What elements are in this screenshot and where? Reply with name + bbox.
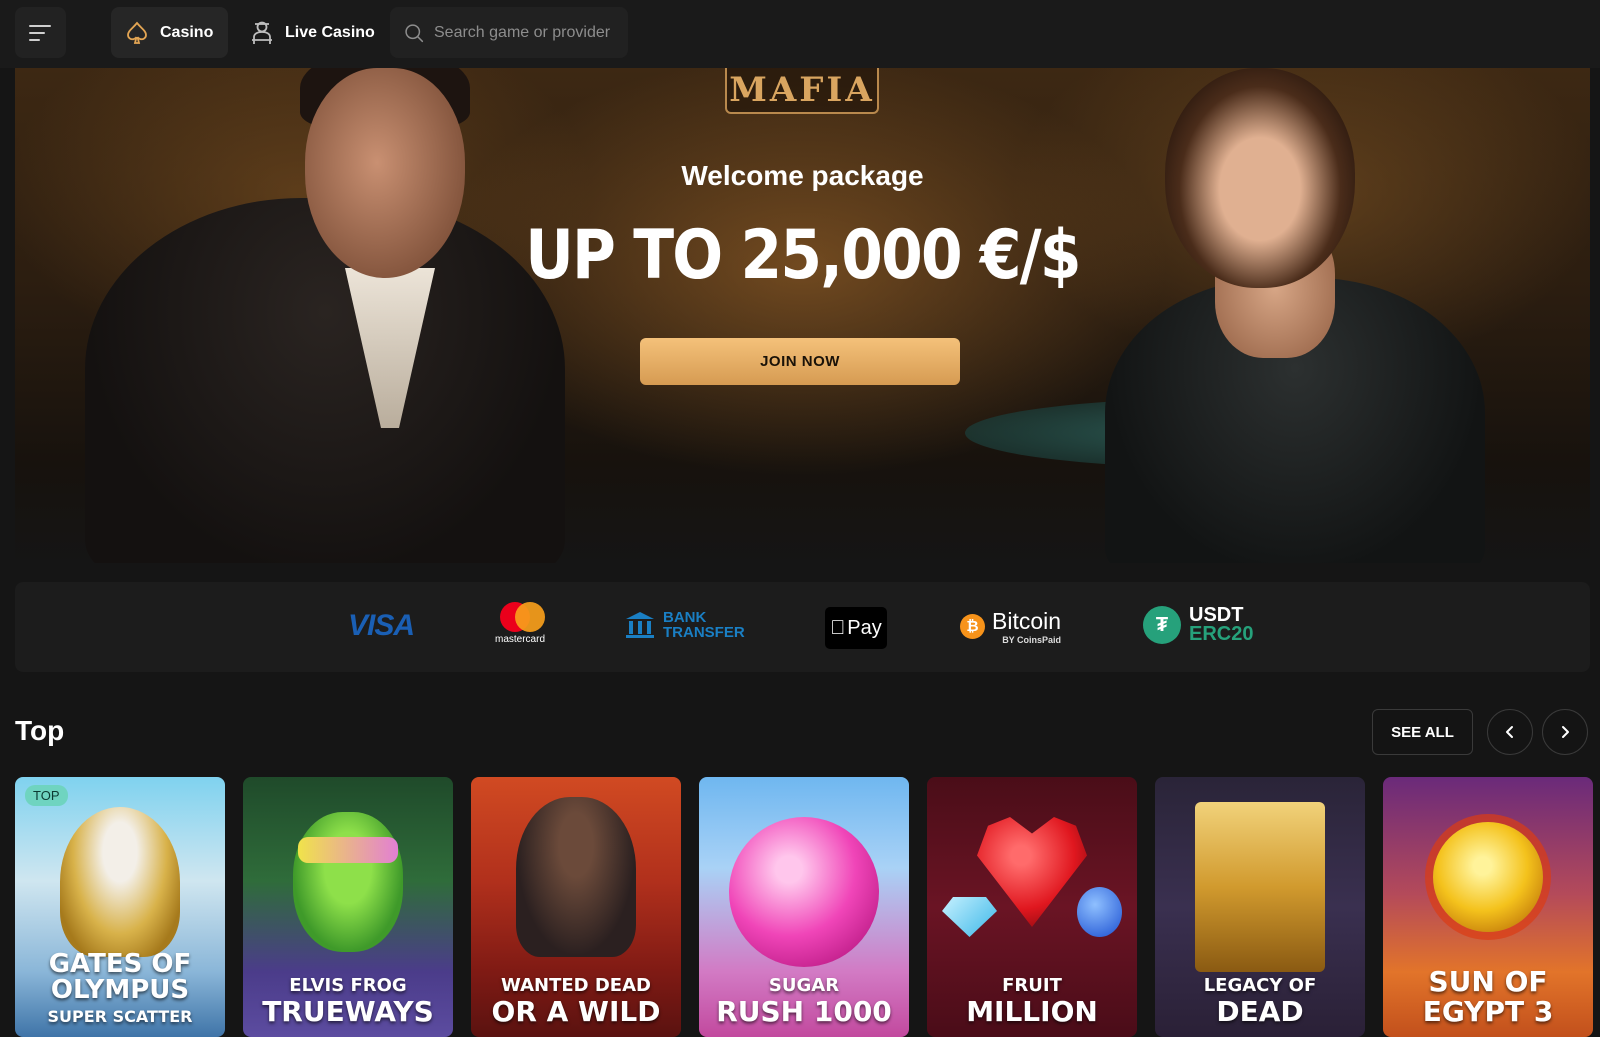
hero-welcome-text: Welcome package [681,160,924,191]
tab-live-casino[interactable]: Live Casino [236,7,390,58]
game-card-sugar-rush-1000[interactable]: SUGAR RUSH 1000 [699,777,909,1037]
game-title-line1: FRUIT [1002,975,1062,996]
frog-art [293,812,403,952]
payment-methods-bar: VISA mastercard BANK TRANSFER  Pay ₿ Bi… [15,582,1590,672]
tether-coin-icon: ₮ [1143,606,1181,644]
visa-logo: VISA [348,609,415,642]
game-title-line2: OR A WILD [491,995,661,1028]
game-card-fruit-million[interactable]: FRUIT MILLION [927,777,1137,1037]
game-title-line1: WANTED DEAD [501,975,651,996]
sunglasses-art [298,837,398,863]
coinspaid-label: BY CoinsPaid [1002,635,1062,645]
game-card-elvis-frog[interactable]: ELVIS FROG TRUEWAYS [243,777,453,1037]
top-badge: TOP [25,785,68,806]
erc20-label: ERC20 [1189,623,1254,645]
game-title-line3: SUPER SCATTER [47,1007,193,1026]
join-now-button[interactable]: JOIN NOW [640,338,960,385]
bank-label-2: TRANSFER [663,624,745,641]
usdt-logo: ₮ USDT ERC20 [1143,605,1254,645]
brand-logo: MAFIA [725,68,879,114]
mastercard-circles-icon [495,602,545,632]
bitcoin-label: Bitcoin [992,608,1062,634]
apple-icon:  [830,617,845,640]
apple-pay-label: Pay [839,616,881,639]
top-header: Casino Live Casino [0,0,1600,68]
game-card-legacy-of-dead[interactable]: LEGACY OF DEAD [1155,777,1365,1037]
tab-live-casino-label: Live Casino [285,23,375,41]
mastercard-label: mastercard [495,634,546,645]
blueberries-art [1077,887,1122,937]
tab-casino[interactable]: Casino [111,7,229,58]
apple-pay-logo:  Pay [825,607,887,649]
game-title-line1: SUGAR [768,975,840,996]
chevron-right-icon [1562,726,1569,738]
mastercard-logo: mastercard [495,602,545,645]
game-title-line2: DEAD [1216,995,1304,1028]
search-input[interactable] [434,23,614,42]
game-title-line1: ELVIS FROG [289,975,407,996]
carousel-prev-button[interactable] [1487,709,1533,755]
golden-shrine-art [1195,802,1325,972]
bank-transfer-logo: BANK TRANSFER [625,610,745,640]
hero-banner: MAFIA Welcome package UP TO 25,000 €/$ J… [15,68,1590,563]
game-title-line2: EGYPT 3 [1422,995,1554,1028]
hero-bonus-amount: UP TO 25,000 €/$ [525,216,1081,295]
search-box[interactable] [390,7,628,58]
spade-icon [127,21,147,44]
game-card-wanted-dead-or-a-wild[interactable]: WANTED DEAD OR A WILD [471,777,681,1037]
game-card-gates-of-olympus[interactable]: TOP GATES OF OLYMPUS SUPER SCATTER [15,777,225,1037]
candy-ball-art [729,817,879,967]
dealer-icon [252,21,272,44]
bitcoin-logo: ₿ Bitcoin BY CoinsPaid [960,608,1061,645]
diamond-art [942,897,997,937]
game-title-line2: TRUEWAYS [262,995,434,1028]
game-title-line1: SUN OF [1428,965,1548,998]
cowboy-art [516,797,636,957]
sun-art [1433,822,1543,932]
tab-casino-label: Casino [160,23,214,41]
menu-button[interactable] [15,7,66,58]
see-all-button[interactable]: SEE ALL [1372,709,1473,755]
bitcoin-coin-icon: ₿ [960,614,985,639]
bank-building-icon [626,612,654,638]
section-title-top: Top [15,715,65,746]
hamburger-icon [28,24,51,41]
chevron-left-icon [1506,726,1513,738]
bank-label-1: BANK [663,609,707,626]
carousel-next-button[interactable] [1542,709,1588,755]
game-title-line2: OLYMPUS [50,975,190,1005]
search-icon [405,23,424,42]
zeus-art [60,807,180,957]
game-title-line2: RUSH 1000 [716,995,892,1028]
game-title-line1: LEGACY OF [1203,975,1317,996]
game-title-line2: MILLION [966,995,1098,1028]
game-card-sun-of-egypt-3[interactable]: SUN OF EGYPT 3 [1383,777,1593,1037]
